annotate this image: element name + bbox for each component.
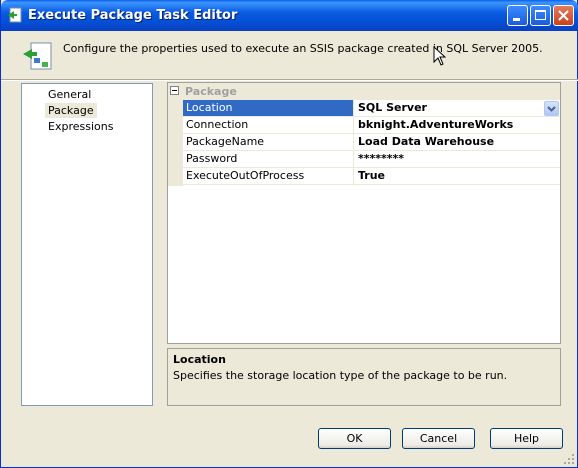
property-name: ExecuteOutOfProcess (183, 168, 354, 184)
property-name: Password (183, 151, 354, 167)
property-row-location[interactable]: Location SQL Server (183, 100, 560, 117)
nav-item-package[interactable]: Package (45, 103, 97, 118)
close-button[interactable] (553, 5, 574, 26)
dialog-window: Execute Package Task Editor Configure th… (0, 0, 578, 468)
property-value[interactable]: SQL Server (355, 100, 560, 116)
property-name: PackageName (183, 134, 354, 150)
page-navigation-list: General Package Expressions (21, 83, 153, 406)
help-button[interactable]: Help (490, 428, 563, 449)
property-value[interactable]: Load Data Warehouse (355, 134, 560, 150)
nav-item-general[interactable]: General (45, 87, 94, 102)
property-row-connection[interactable]: Connection bknight.AdventureWorks (183, 117, 560, 134)
package-task-icon (8, 7, 22, 23)
collapse-toggle-icon[interactable] (170, 86, 179, 95)
property-name: Location (183, 100, 354, 116)
property-row-password[interactable]: Password ******** (183, 151, 560, 168)
property-help-panel: Location Specifies the storage location … (167, 348, 561, 406)
minimize-button[interactable] (507, 5, 528, 26)
resize-grip-icon[interactable] (563, 453, 575, 465)
maximize-icon (535, 10, 546, 20)
category-label: Package (185, 85, 237, 98)
category-row-package[interactable]: Package (168, 83, 560, 100)
property-row-packagename[interactable]: PackageName Load Data Warehouse (183, 134, 560, 151)
title-bar[interactable]: Execute Package Task Editor (1, 0, 578, 31)
window-title: Execute Package Task Editor (28, 8, 238, 23)
grid-margin (168, 100, 183, 186)
ok-button[interactable]: OK (318, 428, 391, 449)
minimize-icon (513, 18, 520, 21)
property-grid: Package Location SQL Server Connection b… (167, 82, 561, 344)
header-divider (1, 79, 578, 81)
property-row-executeoutofprocess[interactable]: ExecuteOutOfProcess True (183, 168, 560, 185)
close-icon (558, 10, 569, 21)
help-title: Location (173, 353, 226, 366)
property-name: Connection (183, 117, 354, 133)
mouse-pointer-icon (433, 46, 446, 66)
package-task-large-icon (23, 42, 52, 70)
nav-item-expressions[interactable]: Expressions (45, 119, 116, 134)
chevron-down-icon (547, 106, 556, 112)
location-dropdown-button[interactable] (544, 101, 559, 116)
header-description: Configure the properties used to execute… (63, 42, 543, 55)
help-text: Specifies the storage location type of t… (173, 369, 508, 382)
maximize-button[interactable] (530, 5, 551, 26)
property-value[interactable]: True (355, 168, 560, 184)
property-value[interactable]: ******** (355, 151, 560, 167)
cancel-button[interactable]: Cancel (402, 428, 475, 449)
property-value[interactable]: bknight.AdventureWorks (355, 117, 560, 133)
